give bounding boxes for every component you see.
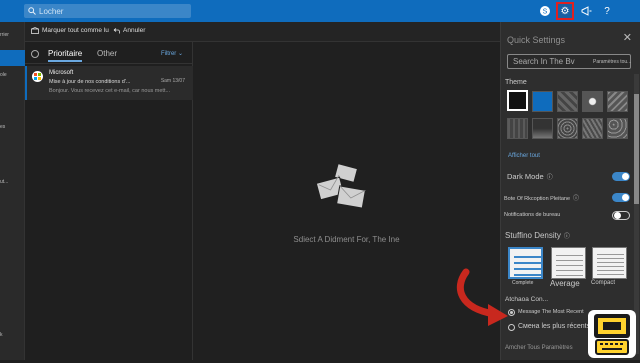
settings-search-box[interactable]: Paramètres tou... xyxy=(507,54,631,69)
focused-inbox-row: Bote Of Rkcoption Pleitane ⓘ xyxy=(504,193,579,202)
theme-swatch[interactable] xyxy=(582,118,603,139)
svg-text:S: S xyxy=(543,9,548,16)
theme-swatch[interactable] xyxy=(607,118,628,139)
folder-pane: rrier ole es ut... k xyxy=(0,22,25,360)
envelope-open-icon xyxy=(31,27,39,34)
command-bar: Marquer tout comme lu Annuler xyxy=(25,22,500,42)
mark-all-read-label: Marquer tout comme lu xyxy=(42,27,109,34)
theme-swatch[interactable] xyxy=(557,118,578,139)
conversation-view-label: Atchaoa Con... xyxy=(505,296,548,303)
mail-search-box[interactable] xyxy=(24,4,191,18)
tab-focused[interactable]: Prioritaire xyxy=(48,49,83,62)
envelopes-illustration-icon xyxy=(316,164,366,209)
mark-all-read-button[interactable]: Marquer tout comme lu xyxy=(31,27,109,34)
radio-newest-on-bottom-label: Смена les plus récents xyxy=(518,323,591,330)
top-bar: S ⚙ ? xyxy=(0,0,640,22)
dark-mode-toggle[interactable] xyxy=(612,172,630,181)
theme-swatch[interactable] xyxy=(507,90,528,111)
undo-icon xyxy=(113,27,120,33)
density-compact-label: Compact xyxy=(591,280,616,286)
settings-search-scope: Paramètres tou... xyxy=(593,58,632,65)
view-all-settings-link[interactable]: Amcher Tous Paramètres xyxy=(505,345,573,351)
message-preview: Bonjour. Vous recevez cet e-mail, car no… xyxy=(49,88,171,94)
focused-inbox-toggle[interactable] xyxy=(612,193,630,202)
message-date: Sam 13/07 xyxy=(160,78,185,84)
folder-selected-highlight[interactable] xyxy=(0,50,25,66)
theme-swatch[interactable] xyxy=(532,118,553,139)
message-list: Prioritaire Other Filtrer ⌄ Microsoft Mi… xyxy=(25,42,193,360)
microsoft-logo-icon xyxy=(32,71,43,82)
filter-label: Filtrer xyxy=(160,51,177,57)
chevron-down-icon: ⌄ xyxy=(177,51,183,57)
tab-other[interactable]: Other xyxy=(97,49,117,58)
panel-title: Quick Settings xyxy=(507,35,566,45)
settings-search-input[interactable] xyxy=(513,57,593,66)
theme-swatch[interactable] xyxy=(557,91,578,112)
show-all-themes-link[interactable]: Afficher tout xyxy=(508,153,540,159)
density-medium-label: Average xyxy=(550,279,580,288)
folder-item[interactable]: rrier xyxy=(0,32,9,38)
help-button[interactable]: ? xyxy=(598,2,616,20)
message-item[interactable]: Microsoft Mise à jour de nos conditions … xyxy=(25,66,193,100)
dark-mode-label: Dark Mode xyxy=(507,172,544,181)
scrollbar-thumb[interactable] xyxy=(634,94,639,204)
skype-icon[interactable]: S xyxy=(536,2,554,20)
search-input[interactable] xyxy=(39,6,189,16)
theme-swatch[interactable] xyxy=(582,91,603,112)
inbox-tabs: Prioritaire Other Filtrer ⌄ xyxy=(25,42,193,64)
density-compact-option[interactable] xyxy=(592,247,627,279)
filter-button[interactable]: Filtrer ⌄ xyxy=(161,50,183,57)
empty-state-text: Sdiect A Didment For, The Ine xyxy=(293,235,400,244)
dark-mode-row: Dark Mode ⓘ xyxy=(507,172,553,181)
megaphone-icon[interactable] xyxy=(577,2,595,20)
search-icon xyxy=(28,7,36,15)
density-medium-option[interactable] xyxy=(551,247,586,279)
info-icon[interactable]: ⓘ xyxy=(564,234,570,240)
folder-item[interactable]: ole xyxy=(0,72,7,78)
theme-swatch[interactable] xyxy=(507,118,528,139)
notifications-label: Notifications de bureau xyxy=(504,212,561,218)
close-button[interactable]: ✕ xyxy=(623,31,632,44)
close-icon: ✕ xyxy=(622,32,632,44)
red-arrow-icon xyxy=(456,268,508,326)
theme-swatch[interactable] xyxy=(532,91,553,112)
theme-swatch[interactable] xyxy=(607,91,628,112)
undo-label: Annuler xyxy=(123,27,146,34)
gear-icon: ⚙ xyxy=(560,5,570,17)
radio-newest-on-top-label: Message The Most Recent xyxy=(518,309,584,315)
density-full-option[interactable] xyxy=(508,247,543,279)
select-all-checkbox[interactable] xyxy=(31,50,39,58)
help-icon: ? xyxy=(604,5,610,17)
undo-button[interactable]: Annuler xyxy=(113,27,145,34)
info-icon[interactable]: ⓘ xyxy=(573,196,579,202)
theme-label: Theme xyxy=(505,79,527,86)
message-sender: Microsoft xyxy=(49,70,74,76)
density-label: Stuffino Density xyxy=(505,231,561,240)
settings-gear-button[interactable]: ⚙ xyxy=(556,2,574,20)
density-full-label: Complete xyxy=(512,280,534,286)
info-icon[interactable]: ⓘ xyxy=(547,175,553,181)
focused-inbox-label: Bote Of Rkcoption Pleitane xyxy=(504,196,571,202)
folder-item[interactable]: k xyxy=(0,332,3,338)
folder-item[interactable]: ut... xyxy=(0,179,8,185)
notifications-toggle[interactable] xyxy=(612,211,630,220)
folder-item[interactable]: es xyxy=(0,124,5,130)
density-row: Stuffino Density ⓘ xyxy=(505,231,570,240)
site-logo-icon xyxy=(588,310,636,358)
message-subject: Mise à jour de nos conditions d'... xyxy=(49,79,131,85)
